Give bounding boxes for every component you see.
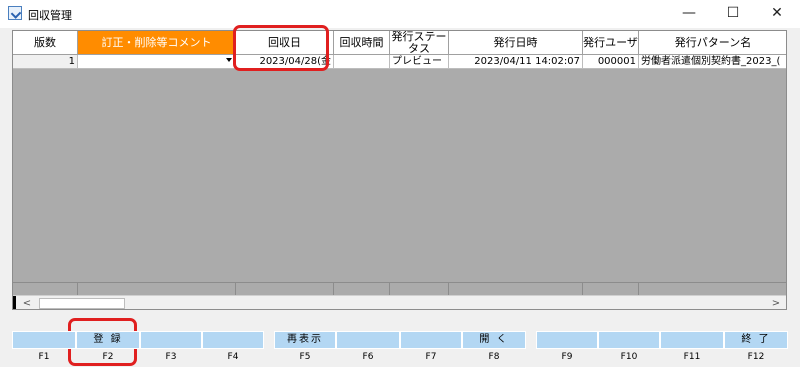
fkey-label: F9 [561,352,573,362]
fkey-label: F12 [747,352,765,362]
f7-button[interactable] [400,331,462,349]
cell-version[interactable]: 1 [13,55,78,69]
fkey-label: F4 [227,352,239,362]
footer-cell [449,282,583,295]
highlight-collect-date [233,25,329,71]
col-header-version[interactable]: 版数 [13,31,78,55]
scroll-left-icon[interactable]: < [19,296,35,309]
cell-collect-time[interactable] [334,55,390,69]
f3-button[interactable] [140,331,202,349]
f12-exit-button[interactable]: 終 了 [724,331,788,349]
f2-register-button[interactable]: 登 録 [76,331,140,349]
scroll-marker [13,296,16,309]
col-header-issue-datetime[interactable]: 発行日時 [449,31,583,55]
f4-button[interactable] [202,331,264,349]
maximize-button[interactable]: ☐ [711,0,755,28]
window-title: 回収管理 [28,9,72,22]
footer-cell [78,282,236,295]
footer-cell [390,282,449,295]
footer-cell [639,282,786,295]
cell-issue-user[interactable]: 000001 [583,55,639,69]
fkey-label: F7 [425,352,437,362]
fkey-label: F5 [299,352,311,362]
cell-status[interactable]: プレビュー [390,55,449,69]
fkey-label: F8 [488,352,500,362]
close-button[interactable]: ✕ [755,0,799,28]
chevron-down-icon[interactable] [226,58,232,62]
fkey-label: F3 [165,352,177,362]
footer-cell [334,282,390,295]
col-header-collect-time[interactable]: 回収時間 [334,31,390,55]
collection-grid[interactable]: 版数 訂正・削除等コメント 回収日 回収時間 発行ステータス 発行日時 発行ユー… [12,30,787,310]
f8-open-button[interactable]: 開 く [462,331,526,349]
cell-issue-datetime[interactable]: 2023/04/11 14:02:07 [449,55,583,69]
f5-refresh-button[interactable]: 再表示 [274,331,336,349]
col-header-pattern-name[interactable]: 発行パターン名 [639,31,786,55]
fkey-label: F1 [38,352,50,362]
f1-button[interactable] [12,331,76,349]
scroll-thumb[interactable] [39,298,125,309]
col-header-status[interactable]: 発行ステータス [390,31,449,55]
f9-button[interactable] [536,331,598,349]
f10-button[interactable] [598,331,660,349]
horizontal-scrollbar[interactable]: < > [13,295,786,309]
function-key-bar: 登 録 再表示 開 く 終 了 [12,331,788,353]
footer-cell [583,282,639,295]
col-header-comment[interactable]: 訂正・削除等コメント [78,31,236,55]
f6-button[interactable] [336,331,400,349]
comment-dropdown[interactable] [78,55,236,69]
scroll-right-icon[interactable]: > [768,296,784,309]
app-icon [8,6,22,20]
footer-cell [13,282,78,295]
f11-button[interactable] [660,331,724,349]
fkey-label: F10 [620,352,638,362]
title-bar: 回収管理 — ☐ ✕ [0,0,800,28]
col-header-issue-user[interactable]: 発行ユーザ [583,31,639,55]
fkey-label: F6 [362,352,374,362]
minimize-button[interactable]: — [667,0,711,28]
fkey-label: F2 [102,352,114,362]
cell-pattern-name[interactable]: 労働者派遣個別契約書_2023_( [639,55,786,69]
fkey-label: F11 [683,352,701,362]
footer-cell [236,282,334,295]
